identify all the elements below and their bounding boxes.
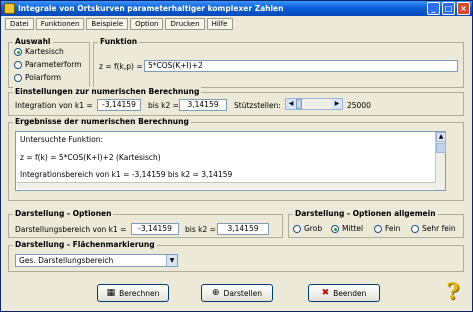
horizontal-scrollbar[interactable] bbox=[17, 182, 436, 189]
ergebnisse-legend: Ergebnisse der numerischen Berechnung bbox=[13, 117, 191, 126]
maximize-button[interactable]: □ bbox=[442, 2, 455, 15]
slider-left-arrow[interactable]: ◀ bbox=[286, 99, 296, 109]
radio-grob[interactable]: Grob bbox=[293, 224, 322, 233]
menu-option[interactable]: Option bbox=[130, 18, 164, 30]
funktion-legend: Funktion bbox=[98, 37, 140, 46]
radio-label: Fein bbox=[385, 224, 401, 233]
beenden-button[interactable]: ✖ Beenden bbox=[308, 284, 380, 302]
close-button[interactable]: × bbox=[457, 2, 470, 15]
stuetzstellen-value: 25000 bbox=[347, 101, 371, 110]
slider-right-arrow[interactable]: ▶ bbox=[332, 99, 342, 109]
darstellung-k1-input[interactable]: -3,14159 bbox=[131, 223, 179, 235]
radio-polarform[interactable]: Polarform bbox=[14, 73, 61, 82]
radio-label: Grob bbox=[304, 224, 323, 233]
vertical-scrollbar[interactable]: ▲ bbox=[435, 132, 446, 190]
beenden-label: Beenden bbox=[333, 288, 367, 298]
app-icon bbox=[4, 3, 15, 14]
einstellungen-legend: Einstellungen zur numerischen Berechnung bbox=[13, 87, 202, 96]
funktion-label: z = f(k,p) = bbox=[99, 62, 143, 71]
menu-funktionen[interactable]: Funktionen bbox=[35, 18, 85, 30]
radio-dot bbox=[14, 47, 22, 56]
scroll-up-arrow[interactable]: ▲ bbox=[436, 132, 446, 142]
k1-input[interactable]: -3,14159 bbox=[97, 99, 141, 111]
radio-parameterform[interactable]: Parameterform bbox=[14, 60, 82, 69]
result-line: Untersuchte Funktion: bbox=[20, 135, 104, 144]
radio-label: Kartesisch bbox=[25, 47, 64, 56]
radio-dot bbox=[14, 60, 22, 69]
calculator-icon: ▦ bbox=[106, 287, 116, 298]
radio-dot bbox=[14, 73, 22, 82]
darstellung-allgemein-legend: Darstellung - Optionen allgemein bbox=[293, 209, 438, 218]
scroll-thumb[interactable] bbox=[436, 143, 446, 153]
darstellen-label: Darstellen bbox=[223, 288, 262, 298]
ergebnisse-textarea[interactable]: Untersuchte Funktion: z = f(k) = 5*COS(K… bbox=[15, 131, 446, 191]
menu-beispiele[interactable]: Beispiele bbox=[86, 18, 129, 30]
funktion-input[interactable]: 5*COS(K+I)+2 bbox=[144, 60, 458, 72]
radio-fein[interactable]: Fein bbox=[374, 224, 400, 233]
menu-hilfe[interactable]: Hilfe bbox=[206, 18, 233, 30]
radio-label: Parameterform bbox=[25, 60, 82, 69]
radio-sehr-fein[interactable]: Sehr fein bbox=[411, 224, 456, 233]
flaechenmarkierung-legend: Darstellung - Flächenmarkierung bbox=[13, 240, 157, 249]
main-window: Integrale von Ortskurven parameterhaltig… bbox=[0, 0, 473, 312]
radio-kartesisch[interactable]: Kartesisch bbox=[14, 47, 64, 56]
flaechenmarkierung-select[interactable]: Ges. Darstellungsbereich ▼ bbox=[15, 254, 178, 267]
radio-mittel[interactable]: Mittel bbox=[331, 224, 363, 233]
k1-label: Integration von k1 = bbox=[15, 101, 93, 110]
stuetzstellen-label: Stützstellen: bbox=[234, 101, 281, 110]
exit-x-icon: ✖ bbox=[321, 287, 330, 298]
radio-label: Polarform bbox=[25, 73, 62, 82]
berechnen-label: Berechnen bbox=[119, 288, 160, 298]
menu-bar: Datei Funktionen Beispiele Option Drucke… bbox=[5, 18, 233, 31]
radio-label: Sehr fein bbox=[422, 224, 456, 233]
stuetzstellen-slider[interactable]: ◀ ▶ bbox=[285, 98, 343, 110]
window-controls: _ □ × bbox=[427, 2, 470, 15]
radio-dot bbox=[293, 224, 301, 233]
darstellung-k2-input[interactable]: 3,14159 bbox=[217, 223, 269, 235]
minimize-button[interactable]: _ bbox=[427, 2, 440, 15]
result-line: Integrationsbereich von k1 = -3,14159 bi… bbox=[20, 170, 233, 179]
chevron-down-icon[interactable]: ▼ bbox=[166, 255, 177, 266]
title-bar[interactable]: Integrale von Ortskurven parameterhaltig… bbox=[1, 1, 472, 16]
menu-drucken[interactable]: Drucken bbox=[165, 18, 205, 30]
help-question-icon[interactable]: ? bbox=[442, 280, 464, 304]
window-title: Integrale von Ortskurven parameterhaltig… bbox=[18, 4, 284, 13]
radio-label: Mittel bbox=[342, 224, 364, 233]
darstellung-k2-label: bis k2 = bbox=[185, 225, 216, 234]
darstellung-optionen-legend: Darstellung - Optionen bbox=[13, 209, 114, 218]
radio-dot bbox=[411, 224, 419, 233]
berechnen-button[interactable]: ▦ Berechnen bbox=[97, 284, 169, 302]
slider-thumb[interactable] bbox=[296, 99, 302, 109]
auswahl-legend: Auswahl bbox=[13, 37, 53, 46]
result-line: z = f(k) = 5*COS(K+I)+2 (Kartesisch) bbox=[20, 153, 161, 162]
menu-datei[interactable]: Datei bbox=[5, 18, 34, 30]
radio-dot bbox=[374, 224, 382, 233]
k2-input[interactable]: 3,14159 bbox=[179, 99, 227, 111]
darstellen-button[interactable]: ⊕ Darstellen bbox=[201, 284, 273, 302]
radio-dot bbox=[331, 224, 339, 233]
crosshair-icon: ⊕ bbox=[212, 287, 220, 298]
darstellung-k1-label: Darstellungsbereich von k1 = bbox=[15, 225, 127, 234]
k2-label: bis k2 = bbox=[148, 101, 179, 110]
select-value: Ges. Darstellungsbereich bbox=[19, 256, 114, 265]
